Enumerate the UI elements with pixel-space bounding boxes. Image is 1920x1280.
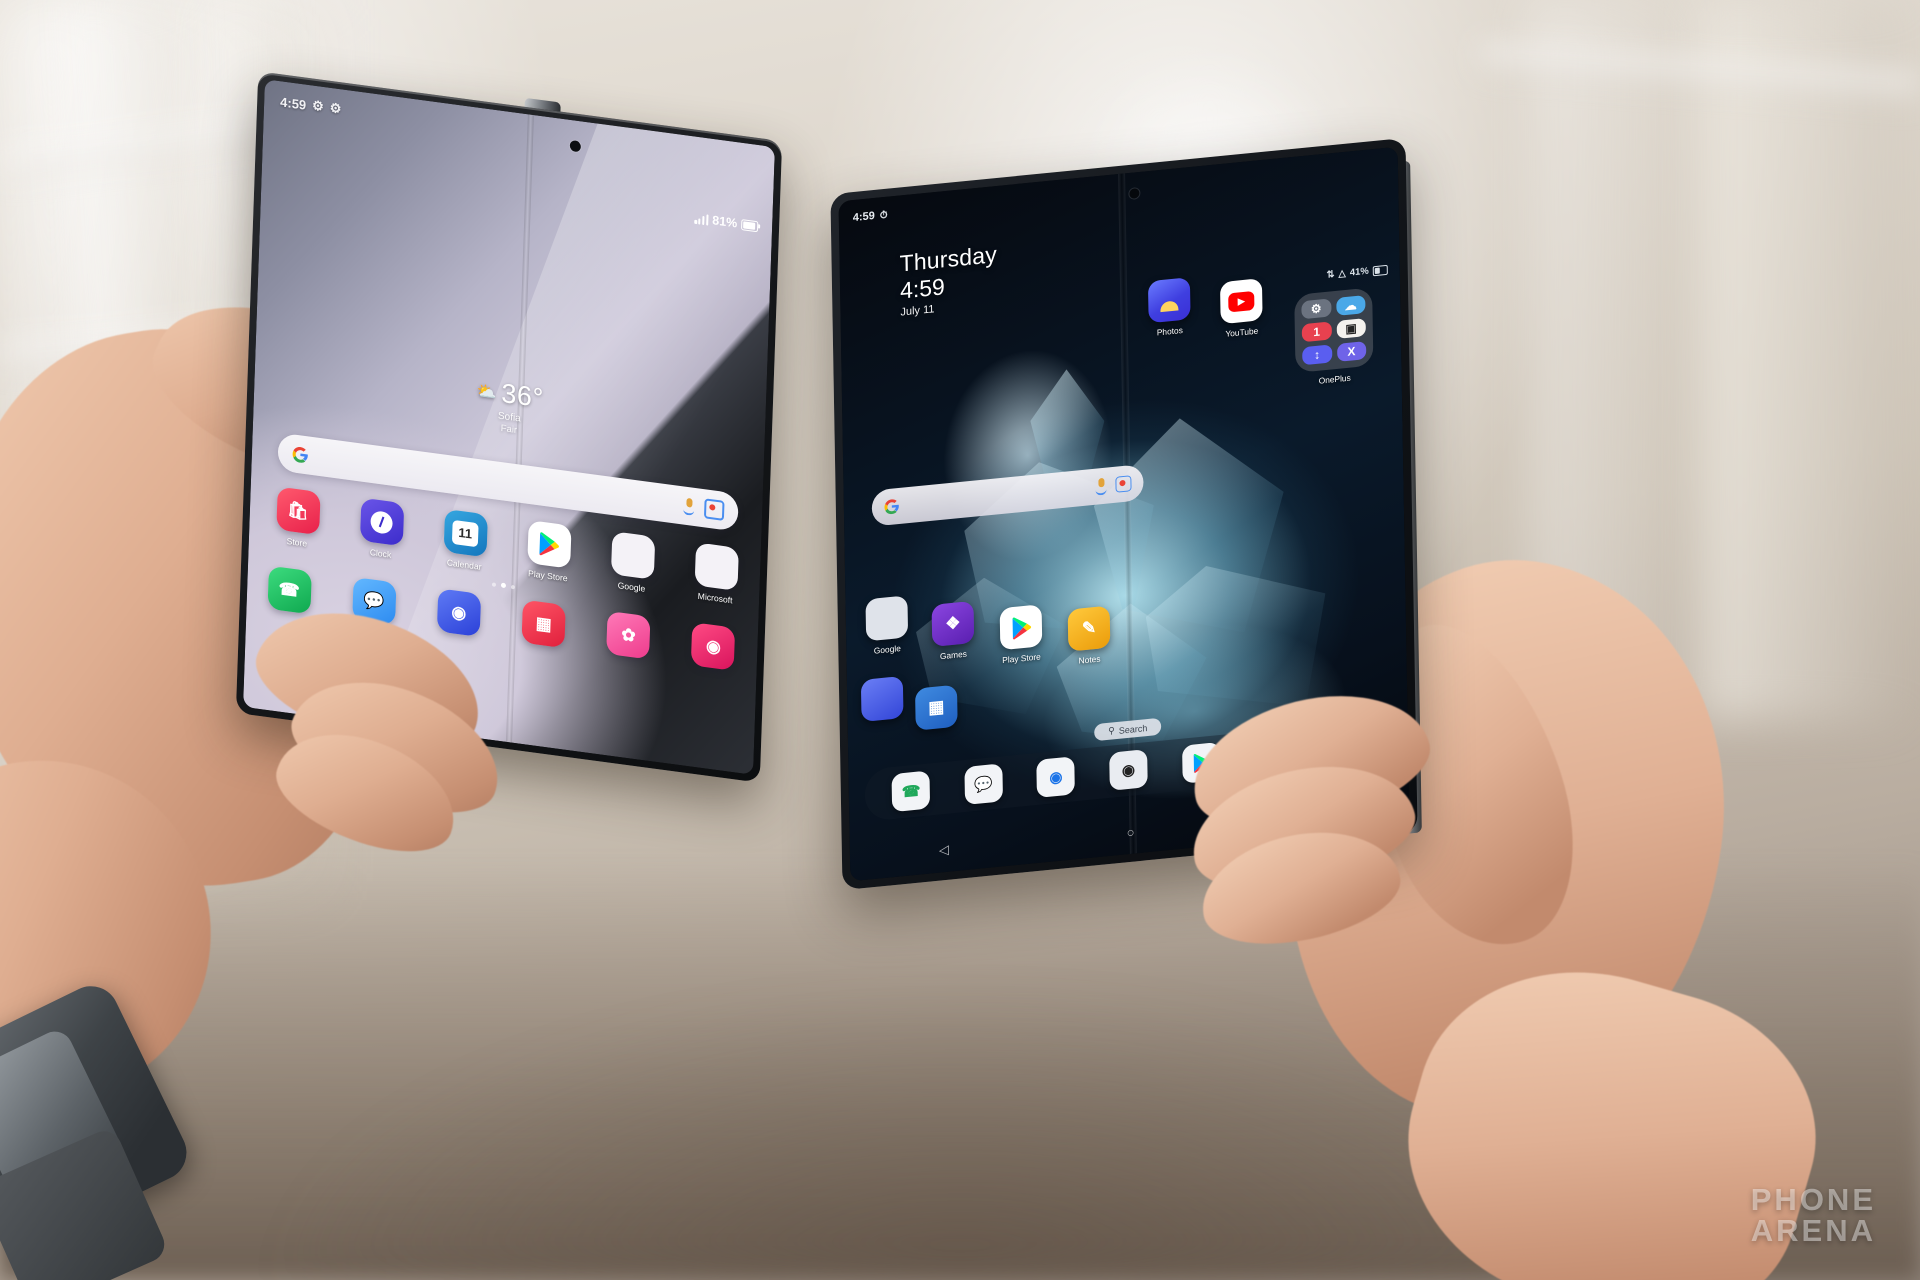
- app-drawer-icon[interactable]: [860, 675, 904, 723]
- google-g-icon: [292, 446, 308, 463]
- screenshot-stage: 4:59 ⚙ ⚙ 81% ⛅ 36° Sofia Fair 🛍 Store Cl…: [0, 0, 1920, 1280]
- messages-icon[interactable]: 💬: [964, 763, 1003, 806]
- chrome-icon[interactable]: ◉: [1036, 756, 1076, 798]
- app-play-store[interactable]: Play Store: [992, 603, 1051, 666]
- status-time: 4:59: [852, 209, 875, 225]
- play-store-glyph: [1012, 617, 1031, 639]
- battery-icon: [741, 218, 759, 232]
- app-play-store[interactable]: Play Store: [522, 519, 576, 584]
- app-clock[interactable]: Clock: [354, 497, 408, 562]
- app-calendar[interactable]: 11 Calendar: [438, 508, 492, 573]
- microsoft-folder-icon[interactable]: [694, 542, 739, 591]
- phonearena-watermark: PHONE ARENA: [1751, 1184, 1876, 1246]
- share-icon[interactable]: ↕: [1302, 344, 1332, 366]
- app-label: Store: [286, 535, 308, 549]
- app-camera[interactable]: ◉: [687, 622, 740, 672]
- settings-gear-icon[interactable]: ⚙: [1301, 298, 1332, 320]
- app-notes[interactable]: ✎ Notes: [1060, 605, 1119, 668]
- weather-temperature: 36°: [500, 377, 545, 414]
- app-files[interactable]: ▦: [907, 684, 966, 732]
- status-time: 4:59: [279, 93, 307, 113]
- gear-icon: ⚙: [311, 97, 325, 115]
- oneplus-folder[interactable]: ⚙ ☁ 1 ▣ ↕ X OnePlus: [1290, 287, 1377, 388]
- gear-icon: ⚙: [329, 99, 342, 117]
- games-icon[interactable]: ❖: [931, 600, 975, 647]
- youtube-icon[interactable]: ▶: [1219, 278, 1263, 325]
- phone-icon[interactable]: ☎: [891, 770, 931, 813]
- back-button[interactable]: ◁: [939, 842, 949, 859]
- play-store-icon[interactable]: [999, 604, 1043, 651]
- search-pill-label: Search: [1118, 722, 1148, 736]
- google-folder-icon[interactable]: [865, 595, 909, 642]
- microphone-icon[interactable]: [683, 497, 695, 514]
- weather-widget[interactable]: ⛅ 36° Sofia Fair: [475, 375, 544, 440]
- microphone-icon[interactable]: [1095, 478, 1106, 495]
- watermark-line-1: PHONE: [1750, 1182, 1876, 1217]
- app-store[interactable]: 🛍 Store: [271, 486, 325, 551]
- app-photos[interactable]: Photos: [1140, 276, 1199, 339]
- partly-cloudy-icon: ⛅: [476, 382, 497, 402]
- photos-icon[interactable]: ✿: [606, 610, 651, 660]
- phone-icon[interactable]: ☎: [267, 565, 312, 615]
- app-microsoft-folder[interactable]: Microsoft: [689, 542, 743, 607]
- google-folder-icon[interactable]: [610, 531, 655, 580]
- app-youtube[interactable]: ▶ YouTube: [1212, 277, 1271, 340]
- internet-icon[interactable]: ◉: [436, 588, 482, 637]
- google-photos-icon[interactable]: [1147, 277, 1191, 324]
- search-icon: ⚲: [1108, 725, 1115, 736]
- camera-icon[interactable]: ◉: [1109, 749, 1148, 791]
- clock-icon[interactable]: [359, 497, 404, 547]
- app-google-folder[interactable]: Google: [605, 531, 659, 596]
- google-g-icon: [884, 499, 899, 515]
- folder-preview[interactable]: ⚙ ☁ 1 ▣ ↕ X: [1294, 287, 1374, 373]
- google-lens-icon[interactable]: [703, 498, 725, 521]
- home-button[interactable]: ○: [1127, 824, 1135, 840]
- battery-percent: 41%: [1349, 265, 1369, 279]
- app-label: Notes: [1078, 653, 1101, 666]
- calendar-icon[interactable]: 11: [443, 508, 488, 558]
- gallery-icon[interactable]: ▦: [521, 599, 566, 649]
- bluetooth-icon: ⇅: [1326, 269, 1335, 281]
- app-phone[interactable]: ☎: [263, 565, 316, 615]
- notes-icon[interactable]: ✎: [1067, 605, 1111, 652]
- front-camera-icon: [569, 139, 582, 153]
- clock-widget[interactable]: Thursday 4:59 July 11: [899, 241, 998, 319]
- calendar-icon[interactable]: 1: [1301, 321, 1332, 343]
- app-internet[interactable]: ◉: [432, 588, 485, 638]
- notes-icon[interactable]: ▣: [1336, 318, 1366, 339]
- camera-icon[interactable]: ◉: [691, 622, 736, 671]
- alarm-icon: ⏱: [879, 209, 888, 221]
- search-input[interactable]: [900, 487, 1096, 506]
- app-photos[interactable]: ✿: [602, 610, 655, 660]
- app-google-folder[interactable]: Google: [857, 595, 916, 658]
- battery-icon: [1372, 264, 1388, 276]
- app-gallery[interactable]: ▦: [517, 599, 570, 649]
- files-icon[interactable]: ▦: [915, 684, 958, 731]
- galaxy-store-icon[interactable]: 🛍: [275, 486, 321, 536]
- app-label: Clock: [369, 547, 392, 560]
- wifi-icon: △: [1338, 267, 1346, 280]
- google-lens-icon[interactable]: [1115, 475, 1132, 493]
- app-games[interactable]: ❖ Games: [924, 600, 983, 663]
- background-pillar: [1700, 0, 1900, 720]
- play-store-icon[interactable]: [526, 519, 572, 569]
- play-store-glyph: [539, 531, 560, 555]
- app-drawer[interactable]: [853, 675, 912, 723]
- signal-bars-icon: [694, 212, 709, 226]
- weather-icon[interactable]: ☁: [1335, 295, 1366, 316]
- left-status-bar: 4:59 ⚙ ⚙: [280, 93, 342, 117]
- files-icon[interactable]: X: [1336, 341, 1367, 362]
- watermark-line-2: ARENA: [1750, 1213, 1876, 1248]
